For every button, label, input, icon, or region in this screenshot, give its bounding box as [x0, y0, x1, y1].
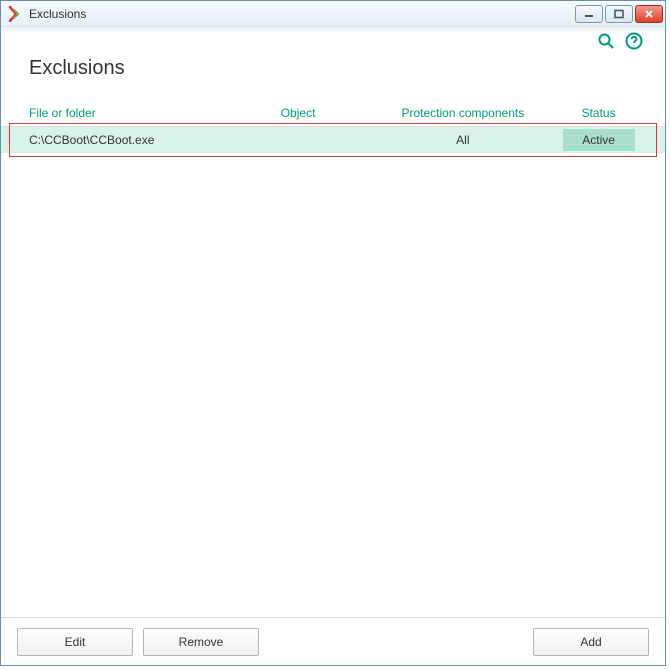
cell-status: Active: [554, 129, 643, 151]
titlebar: Exclusions: [1, 1, 665, 27]
toolbar: [1, 27, 665, 55]
cell-protection: All: [372, 133, 555, 147]
cell-protection-value: All: [456, 133, 469, 147]
window-controls: [575, 5, 663, 23]
window: Exclusions: [0, 0, 666, 666]
search-icon[interactable]: [597, 32, 615, 50]
window-title: Exclusions: [29, 7, 86, 21]
table-row[interactable]: C:\CCBoot\CCBoot.exe All Active: [1, 127, 665, 153]
page-heading: Exclusions: [1, 55, 665, 106]
column-header-protection[interactable]: Protection components: [372, 106, 555, 120]
maximize-button[interactable]: [605, 5, 633, 23]
table-body: C:\CCBoot\CCBoot.exe All Active: [1, 127, 665, 153]
column-header-object[interactable]: Object: [281, 106, 372, 120]
column-header-file[interactable]: File or folder: [29, 106, 281, 120]
minimize-button[interactable]: [575, 5, 603, 23]
remove-button[interactable]: Remove: [143, 628, 259, 656]
help-icon[interactable]: [625, 32, 643, 50]
edit-button[interactable]: Edit: [17, 628, 133, 656]
table-header: File or folder Object Protection compone…: [1, 106, 665, 127]
cell-file: C:\CCBoot\CCBoot.exe: [29, 133, 281, 147]
app-icon: [7, 6, 23, 22]
close-button[interactable]: [635, 5, 663, 23]
footer: Edit Remove Add: [1, 617, 665, 665]
add-button[interactable]: Add: [533, 628, 649, 656]
status-badge: Active: [563, 129, 635, 151]
column-header-status[interactable]: Status: [554, 106, 643, 120]
